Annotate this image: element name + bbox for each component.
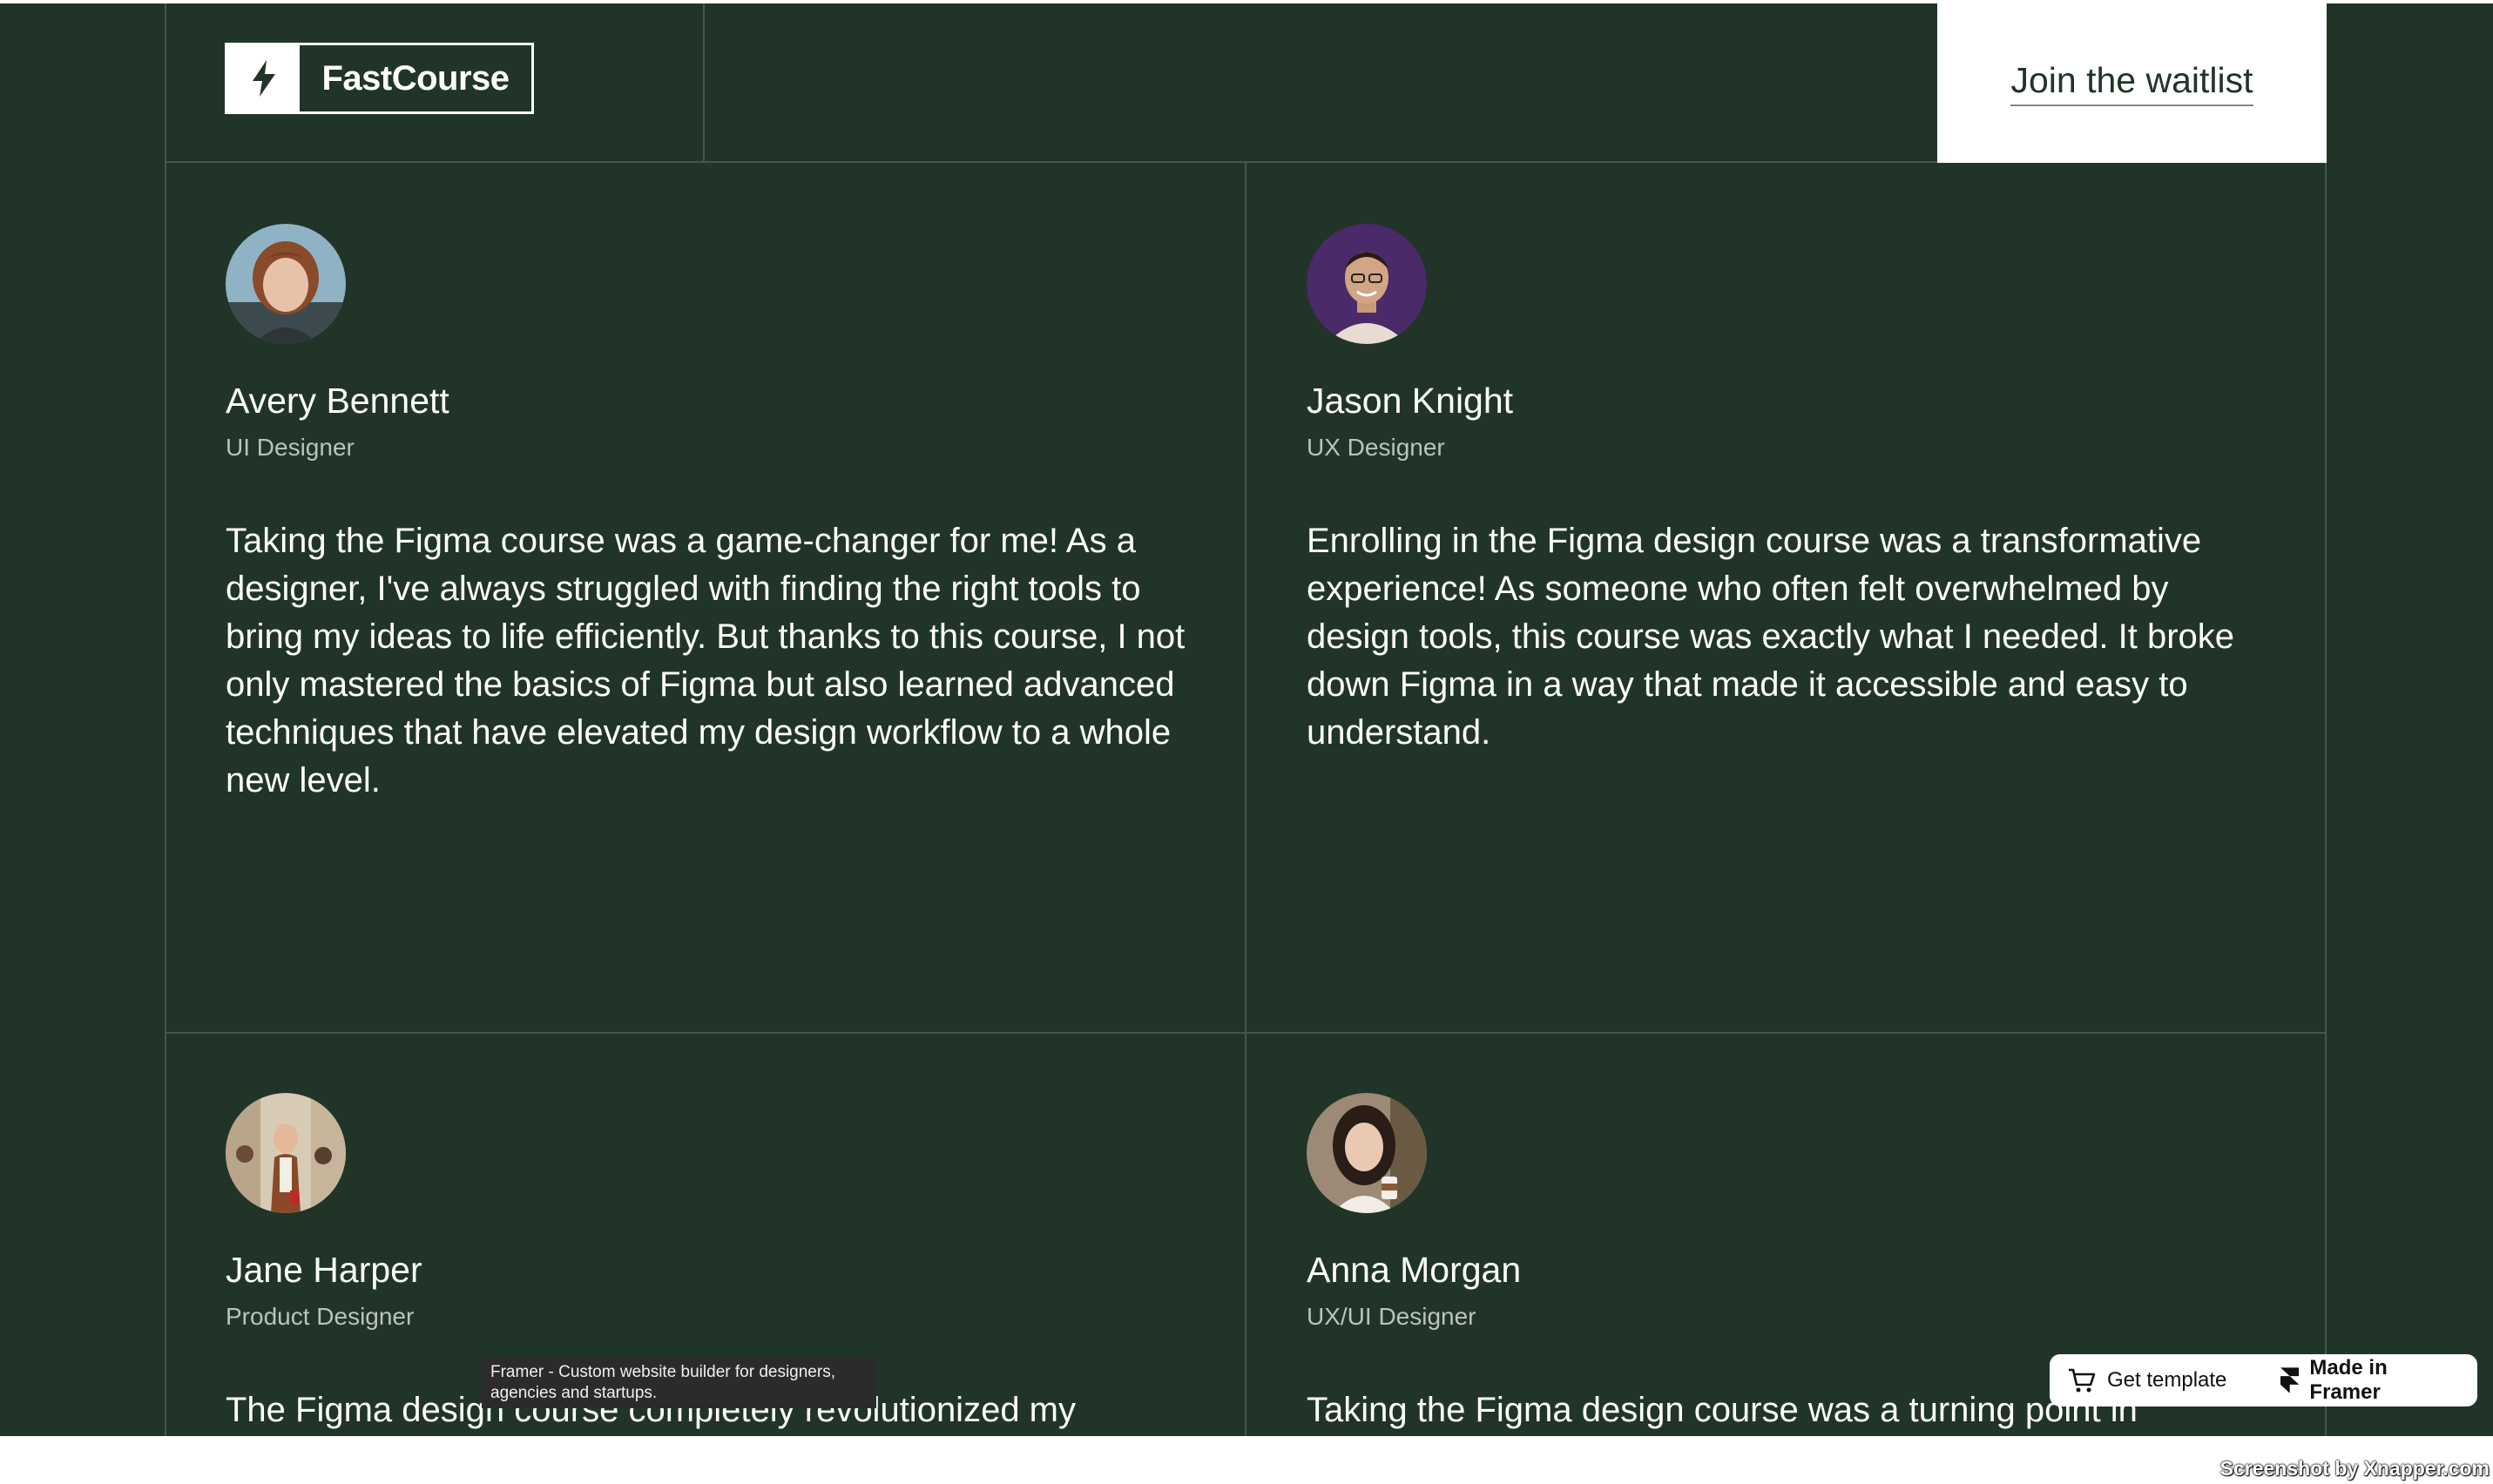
- framer-tooltip: Framer - Custom website builder for desi…: [482, 1358, 876, 1408]
- testimonial-role: Product Designer: [226, 1303, 415, 1330]
- testimonial-quote: Taking the Figma course was a game-chang…: [226, 522, 1186, 799]
- testimonial-role: UX/UI Designer: [1307, 1303, 1476, 1330]
- brand-logo[interactable]: FastCourse: [225, 43, 534, 114]
- made-in-framer-label: Made in Framer: [2309, 1356, 2388, 1404]
- avatar: [226, 224, 346, 344]
- testimonial-name: Jason Knight: [1307, 381, 1514, 421]
- cart-icon: [2069, 1368, 2096, 1393]
- get-template-button[interactable]: Get template: [2050, 1354, 2295, 1406]
- page: FastCourse Join the waitlist Avery Benne…: [0, 0, 2493, 1436]
- join-waitlist-button[interactable]: Join the waitlist: [1937, 3, 2327, 163]
- header-divider: [703, 3, 705, 161]
- avatar: [1307, 224, 1427, 344]
- testimonial-name: Avery Bennett: [226, 381, 449, 421]
- join-waitlist-label: Join the waitlist: [2010, 60, 2253, 106]
- testimonial-card: Avery Bennett UI Designer Taking the Fig…: [226, 224, 1192, 805]
- testimonial-card: Jason Knight UX Designer Enrolling in th…: [1307, 224, 2273, 757]
- testimonial-role: UI Designer: [226, 434, 355, 461]
- testimonial-name: Jane Harper: [226, 1250, 422, 1290]
- avatar: [226, 1093, 346, 1213]
- grid-vertical-divider: [1245, 163, 1246, 1436]
- grid-horizontal-divider: [165, 1032, 2327, 1034]
- brand-name: FastCourse: [321, 58, 510, 98]
- watermark: Screenshot by Xnapper.com: [2219, 1457, 2490, 1480]
- testimonial-quote: Enrolling in the Figma design course was…: [1307, 522, 2235, 752]
- made-in-framer-badge[interactable]: Made in Framer: [2263, 1354, 2477, 1406]
- testimonial-name: Anna Morgan: [1307, 1250, 1522, 1290]
- get-template-label: Get template: [2107, 1368, 2227, 1392]
- site-header: FastCourse Join the waitlist: [165, 3, 2327, 163]
- avatar: [1307, 1093, 1427, 1213]
- bolt-icon: [227, 45, 300, 111]
- testimonial-role: UX Designer: [1307, 434, 1445, 461]
- framer-logo-icon: [2280, 1367, 2300, 1393]
